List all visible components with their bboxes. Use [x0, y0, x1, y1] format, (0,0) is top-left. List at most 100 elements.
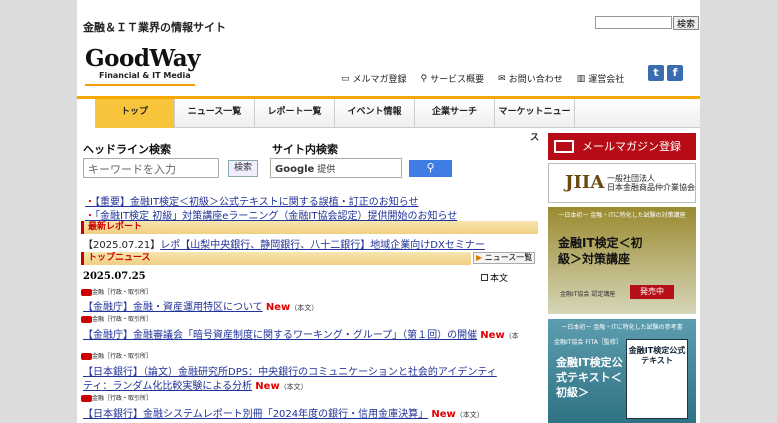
news-item[interactable]: 【金融庁】金融審議会「暗号資産制度に関するワーキング・グループ」（第１回）の開催…: [83, 326, 519, 341]
tag-marker: [81, 353, 92, 360]
ad-label: 金融IT協会 FITA［監修］: [554, 339, 622, 346]
tab-news-list[interactable]: ニュース一覧: [175, 99, 255, 128]
ad-label: 金融IT協会 認定講座: [560, 291, 616, 298]
news-title[interactable]: 【金融庁】金融審議会「暗号資産制度に関するワーキング・グループ」（第１回）の開催: [83, 330, 477, 341]
util-link-label: 運営会社: [588, 75, 625, 85]
news-date: 2025.07.25: [83, 271, 146, 282]
mailmag-label: メールマガジン登録: [582, 140, 681, 153]
news-list-label: ニュース一覧: [484, 253, 533, 262]
top-search: 検索: [595, 16, 699, 30]
tag-label: 金融［行政・取引所］: [92, 395, 153, 402]
keyword-input[interactable]: キーワードを入力: [83, 158, 219, 178]
site-search-label: サイト内検索: [272, 143, 338, 156]
tab-market-news[interactable]: マーケットニュース: [495, 99, 575, 143]
news-list-button[interactable]: ▶ ニュース一覧: [473, 252, 535, 264]
tab-events[interactable]: イベント情報: [335, 99, 415, 128]
search-icon: ⚲: [420, 73, 428, 84]
on-sale-badge: 発売中: [630, 285, 674, 299]
tab-report-list[interactable]: レポート一覧: [255, 99, 335, 128]
google-sub: 提供: [317, 165, 336, 175]
tab-top[interactable]: トップ: [95, 99, 175, 128]
util-link-company[interactable]: ▥ 運営会社: [577, 72, 625, 86]
report-link[interactable]: レポ【山梨中央銀行、静岡銀行、八十二銀行】地域企業向けDXセミナー: [160, 240, 485, 251]
search-icon: ⚲: [426, 161, 435, 174]
category-tag: 金融［行政・取引所］: [81, 316, 153, 324]
ad-title: 金融IT検定公式テキスト＜初級＞: [556, 356, 623, 399]
latest-report-heading: 最新レポート: [81, 221, 538, 234]
jiia-name-1: 一般社団法人: [607, 174, 655, 183]
google-search-button[interactable]: ⚲: [409, 160, 452, 177]
nav-spacer: [77, 99, 95, 128]
news-item-cont[interactable]: ティ：ランダム化比較実験による分析 New（本文）: [83, 377, 308, 392]
course-ad-banner[interactable]: 一日本初ー 金融・ITに特化した試験の対策講座 金融IT検定＜初級＞対策講座 金…: [548, 207, 696, 314]
logo-underline: [85, 84, 195, 86]
report-date: 【2025.07.21】: [83, 240, 161, 251]
new-badge: New: [480, 330, 505, 341]
ad-caption: 一日本初ー 金融・ITに特化した試験の参考書: [561, 324, 683, 331]
util-link-mailmag[interactable]: ▭ メルマガ登録: [341, 72, 407, 86]
news-title-cont[interactable]: ティ：ランダム化比較実験による分析: [83, 381, 252, 392]
textbook-image: 金融IT検定公式テキスト: [626, 339, 688, 419]
latest-report-item: 【2025.07.21】レポ【山梨中央銀行、静岡銀行、八十二銀行】地域企業向けD…: [83, 236, 485, 251]
tag-label: 金融［行政・取引所］: [92, 316, 153, 323]
checkbox[interactable]: [481, 274, 488, 281]
jiia-name-2: 日本金融商品仲介業協会: [607, 183, 695, 192]
category-tag: 金融［行政・取引所］: [81, 289, 153, 297]
mail-icon: ▭: [341, 73, 350, 84]
page: 金融＆ＩＴ業界の情報サイト 検索 GoodWay Financial & IT …: [77, 0, 700, 423]
news-item[interactable]: 【日本銀行】金融システムレポート別冊「2024年度の銀行・信用金庫決算」 New…: [83, 405, 484, 420]
body-toggle-label: 本文: [490, 274, 509, 284]
new-badge: New: [255, 381, 280, 392]
jiia-banner[interactable]: JIIA 一般社団法人 日本金融商品仲介業協会: [548, 163, 696, 203]
tag-marker: [81, 289, 92, 296]
mailmag-banner[interactable]: メールマガジン登録: [548, 133, 696, 160]
category-tag: 金融［行政・取引所］: [81, 353, 153, 361]
envelope-icon: [554, 140, 574, 153]
utility-links: ▭ メルマガ登録 ⚲ サービス概要 ✉ お問い合わせ ▥ 運営会社: [341, 72, 625, 86]
logo-subtitle: Financial & IT Media: [99, 71, 191, 80]
new-badge: New: [265, 302, 291, 313]
news-item[interactable]: 【金融庁】金融・資産運用特区について New（本文）: [83, 298, 318, 313]
tag-label: 金融［行政・取引所］: [92, 353, 153, 360]
news-body-link[interactable]: （本文）: [280, 383, 308, 391]
global-nav: トップ ニュース一覧 レポート一覧 イベント情報 企業サーチ マーケットニュース: [77, 96, 700, 143]
notice-link[interactable]: ・【重要】金融IT検定＜初級＞公式テキストに関する誤植・訂正のお知らせ: [85, 193, 419, 208]
textbook-ad-banner[interactable]: 一日本初ー 金融・ITに特化した試験の参考書 金融IT協会 FITA［監修］ 金…: [548, 319, 696, 423]
book-title: 金融IT検定公式テキスト: [628, 346, 686, 365]
news-item[interactable]: 【日本銀行】（論文）金融研究所DPS：中央銀行のコミュニケーションと社会的アイデ…: [83, 363, 497, 378]
tag-marker: [81, 395, 92, 402]
news-body-link[interactable]: （本文）: [290, 304, 318, 312]
new-badge: New: [431, 409, 456, 420]
tag-label: 金融［行政・取引所］: [92, 289, 153, 296]
news-body-link[interactable]: （本: [505, 332, 519, 340]
jiia-name: 一般社団法人 日本金融商品仲介業協会: [607, 174, 695, 192]
notice-link[interactable]: ・「金融IT検定 初級」対策講座eラーニング（金融IT協会認定）提供開始のお知ら…: [85, 207, 457, 222]
ad-title: 金融IT検定＜初級＞対策講座: [558, 236, 643, 266]
util-link-contact[interactable]: ✉ お問い合わせ: [498, 72, 563, 86]
top-news-heading: トップニュース: [81, 252, 471, 265]
site-logo[interactable]: GoodWay: [85, 45, 201, 72]
social-links: t f: [648, 65, 683, 81]
google-label: Google: [275, 164, 315, 175]
arrow-right-icon: ▶: [476, 253, 483, 262]
util-link-service[interactable]: ⚲ サービス概要: [420, 72, 485, 86]
news-body-link[interactable]: （本文）: [456, 411, 484, 419]
top-search-input[interactable]: [595, 16, 672, 29]
news-title[interactable]: 【金融庁】金融・資産運用特区について: [83, 302, 263, 313]
top-search-button[interactable]: 検索: [673, 16, 699, 30]
twitter-icon[interactable]: t: [648, 65, 664, 81]
envelope-icon: ✉: [498, 73, 506, 84]
body-toggle[interactable]: 本文: [481, 271, 508, 284]
headline-search-label: ヘッドライン検索: [83, 143, 171, 156]
tab-company-search[interactable]: 企業サーチ: [415, 99, 495, 128]
site-tagline: 金融＆ＩＴ業界の情報サイト: [83, 21, 226, 34]
util-link-label: メルマガ登録: [352, 75, 407, 85]
keyword-search-button[interactable]: 検索: [228, 160, 258, 177]
jiia-logo: JIIA: [565, 172, 605, 193]
facebook-icon[interactable]: f: [667, 65, 683, 81]
google-search-input[interactable]: Google 提供: [270, 158, 402, 178]
util-link-label: サービス概要: [430, 75, 485, 85]
category-tag: 金融［行政・取引所］: [81, 395, 153, 403]
news-title[interactable]: 【日本銀行】金融システムレポート別冊「2024年度の銀行・信用金庫決算」: [83, 409, 428, 420]
util-link-label: お問い合わせ: [508, 75, 563, 85]
